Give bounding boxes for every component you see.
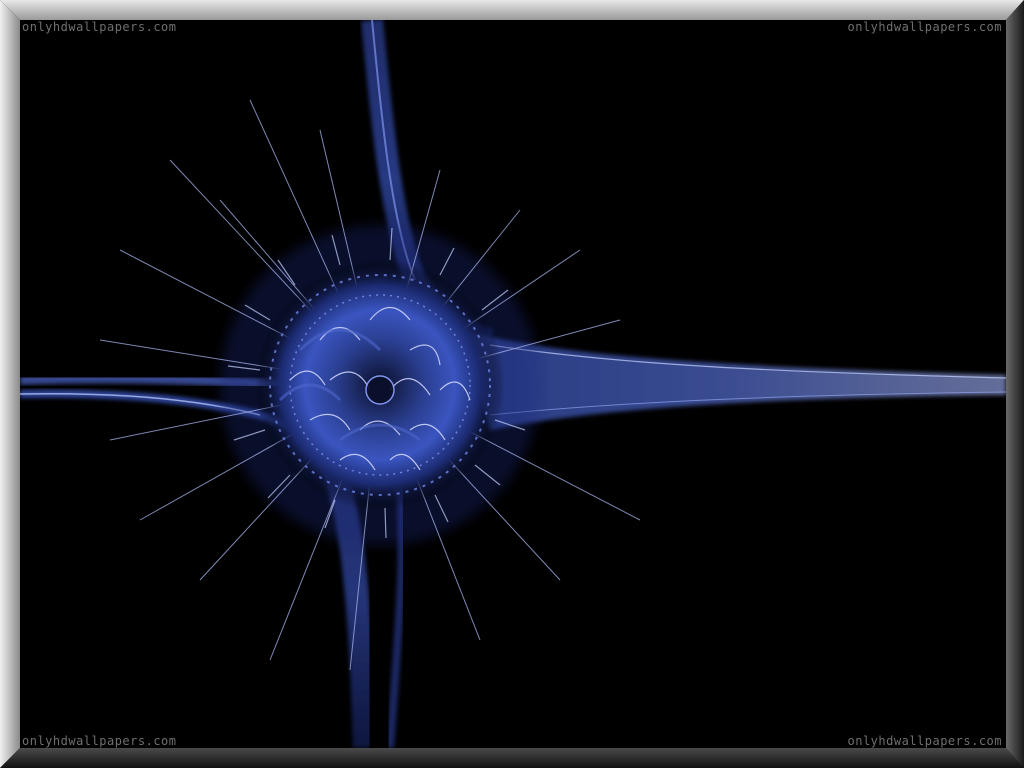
watermark-top-left: onlyhdwallpapers.com [22,20,177,34]
fractal-artwork [20,20,1006,748]
watermark-bottom-left: onlyhdwallpapers.com [22,734,177,748]
wallpaper-frame: onlyhdwallpapers.com onlyhdwallpapers.co… [0,0,1024,768]
watermark-bottom-right: onlyhdwallpapers.com [847,734,1002,748]
watermark-top-right: onlyhdwallpapers.com [847,20,1002,34]
fractal-spore-icon [20,20,1006,748]
